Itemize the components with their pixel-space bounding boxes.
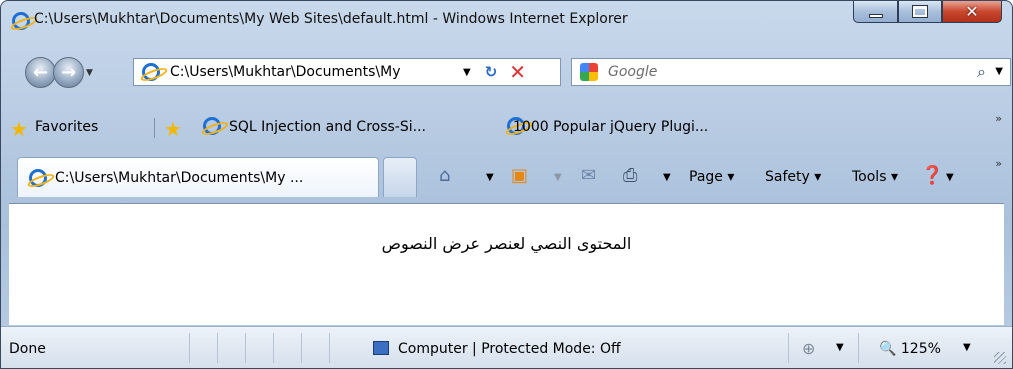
status-divider xyxy=(189,333,190,363)
status-divider xyxy=(273,333,274,363)
add-favorites-icon[interactable]: ★ xyxy=(164,117,182,141)
refresh-icon[interactable]: ↻ xyxy=(485,63,498,81)
new-tab-button[interactable] xyxy=(383,157,417,197)
safety-menu[interactable]: Safety ▾ xyxy=(765,169,821,185)
navigation-bar: ← → ▼ C:\Users\Mukhtar\Documents\My ▼ ↻ … xyxy=(1,53,1012,95)
status-divider xyxy=(301,333,302,363)
tab-bar: C:\Users\Mukhtar\Documents\My ... ⌂ ▼ ▣ … xyxy=(1,153,1012,203)
zoom-icon: 🔍 xyxy=(879,341,897,357)
page-menu-label: Page xyxy=(689,169,723,185)
zoom-level[interactable]: 🔍 125% xyxy=(879,341,941,357)
page-ie-icon xyxy=(142,63,160,81)
tools-menu[interactable]: Tools ▾ xyxy=(852,169,898,185)
favorites-bar: ★ Favorites ★ SQL Injection and Cross-Si… xyxy=(1,108,1012,146)
status-bar: Done Computer | Protected Mode: Off ⊕ ▼ … xyxy=(1,326,1012,368)
title-bar[interactable]: C:\Users\Mukhtar\Documents\My Web Sites\… xyxy=(1,1,1012,39)
ie-icon xyxy=(12,12,30,30)
status-divider xyxy=(788,333,789,363)
favorites-overflow-chevron-icon[interactable]: » xyxy=(995,112,1002,125)
favorites-button[interactable]: Favorites xyxy=(35,119,98,135)
maximize-button[interactable] xyxy=(898,1,942,23)
resize-grip[interactable] xyxy=(994,352,1006,364)
maximize-icon xyxy=(912,5,928,18)
favorite-link-jquery[interactable]: 1000 Popular jQuery Plugi... xyxy=(513,119,708,135)
tab-ie-icon xyxy=(29,169,47,187)
rss-dropdown-icon[interactable]: ▼ xyxy=(554,172,562,183)
close-button[interactable]: ✕ xyxy=(942,1,1002,23)
rss-icon[interactable]: ▣ xyxy=(511,165,528,186)
window-title: C:\Users\Mukhtar\Documents\My Web Sites\… xyxy=(34,11,628,27)
tab-label: C:\Users\Mukhtar\Documents\My ... xyxy=(55,170,304,186)
favorites-star-icon: ★ xyxy=(10,117,28,141)
globe-icon[interactable]: ⊕ xyxy=(802,339,815,358)
zoom-value: 125% xyxy=(900,341,941,357)
help-icon[interactable]: ❓ xyxy=(921,165,943,186)
favorite-ie-icon xyxy=(203,117,221,135)
status-divider xyxy=(329,333,330,363)
address-bar[interactable]: C:\Users\Mukhtar\Documents\My ▼ ↻ ✕ xyxy=(133,58,561,86)
recent-pages-dropdown[interactable]: ▼ xyxy=(86,68,98,78)
print-icon[interactable]: ⎙ xyxy=(623,165,637,186)
tab-current[interactable]: C:\Users\Mukhtar\Documents\My ... xyxy=(17,157,379,197)
forward-button[interactable]: → xyxy=(53,57,84,88)
print-dropdown-icon[interactable]: ▼ xyxy=(663,172,671,183)
search-input[interactable]: Google xyxy=(608,64,657,80)
caption-buttons: ✕ xyxy=(853,1,1002,23)
stop-icon[interactable]: ✕ xyxy=(509,60,526,84)
status-divider xyxy=(858,333,859,363)
status-divider xyxy=(245,333,246,363)
address-input[interactable]: C:\Users\Mukhtar\Documents\My xyxy=(170,64,460,80)
commands-overflow-chevron-icon[interactable]: » xyxy=(995,157,1002,170)
nav-buttons: ← → ▼ xyxy=(25,57,98,88)
tools-menu-label: Tools xyxy=(852,169,887,185)
favorites-divider xyxy=(154,118,155,138)
home-icon[interactable]: ⌂ xyxy=(439,165,450,186)
favorite-link-sql[interactable]: SQL Injection and Cross-Si... xyxy=(229,119,426,135)
back-icon: ← xyxy=(32,62,49,83)
arabic-text-block: المحتوى النصي لعنصر عرض النصوص xyxy=(381,234,632,253)
status-text: Done xyxy=(9,341,46,357)
computer-icon xyxy=(373,341,389,355)
status-divider xyxy=(217,333,218,363)
close-icon: ✕ xyxy=(965,2,979,21)
help-dropdown-icon[interactable]: ▼ xyxy=(946,172,954,183)
home-dropdown-icon[interactable]: ▼ xyxy=(486,172,494,183)
safety-menu-label: Safety xyxy=(765,169,810,185)
mail-icon[interactable]: ✉ xyxy=(581,165,596,186)
security-zone[interactable]: Computer | Protected Mode: Off xyxy=(398,341,621,357)
search-icon[interactable]: ⌕ xyxy=(977,62,986,82)
google-icon xyxy=(580,63,598,81)
back-button[interactable]: ← xyxy=(25,57,56,88)
page-menu[interactable]: Page ▾ xyxy=(689,169,734,185)
forward-icon: → xyxy=(60,62,77,83)
page-content: المحتوى النصي لعنصر عرض النصوص xyxy=(9,203,1004,325)
search-options-dropdown[interactable]: ▼ xyxy=(995,66,1003,77)
zoom-dropdown-icon[interactable]: ▼ xyxy=(963,342,971,353)
minimize-button[interactable] xyxy=(853,1,898,23)
minimize-icon xyxy=(868,13,883,18)
browser-window: C:\Users\Mukhtar\Documents\My Web Sites\… xyxy=(0,0,1013,369)
globe-dropdown-icon[interactable]: ▼ xyxy=(836,342,844,353)
address-dropdown-icon[interactable]: ▼ xyxy=(463,67,471,78)
search-box[interactable]: Google ⌕ ▼ xyxy=(571,58,1011,86)
